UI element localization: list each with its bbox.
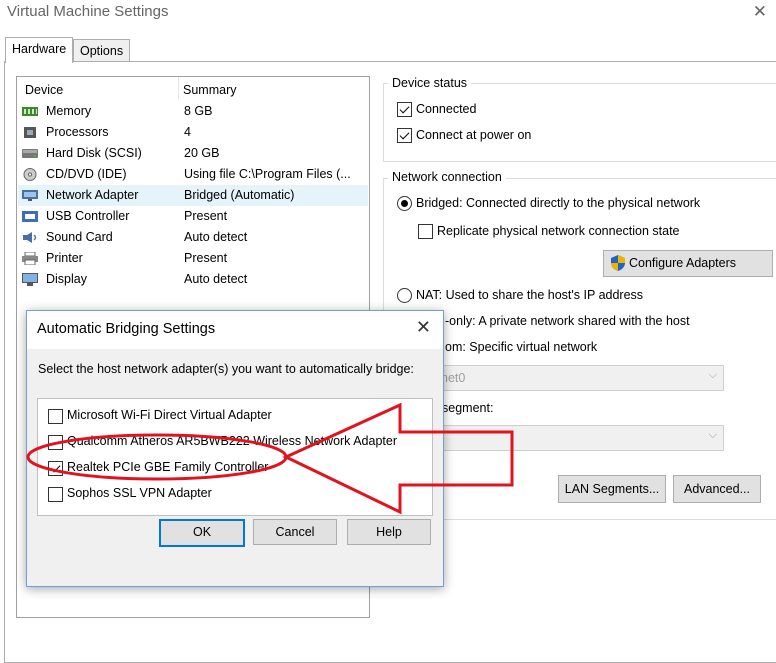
- close-icon[interactable]: ✕: [416, 317, 431, 338]
- adapter-label[interactable]: Microsoft Wi-Fi Direct Virtual Adapter: [67, 408, 272, 422]
- dialog-title: Automatic Bridging Settings: [37, 321, 216, 337]
- connected-checkbox[interactable]: [397, 102, 412, 117]
- sound-card-icon: [23, 232, 37, 243]
- window-title: Virtual Machine Settings: [7, 3, 169, 20]
- column-divider[interactable]: [178, 77, 179, 99]
- device-name: Network Adapter: [46, 188, 139, 202]
- usb-icon: [22, 211, 38, 222]
- device-summary: 8 GB: [184, 104, 213, 118]
- replicate-checkbox[interactable]: [418, 224, 433, 239]
- device-row-printer[interactable]: Printer Present: [18, 248, 368, 269]
- connect-at-power-on-label[interactable]: Connect at power on: [416, 128, 531, 142]
- device-status-label: Device status: [388, 76, 472, 90]
- automatic-bridging-dialog: Automatic Bridging Settings ✕ Select the…: [26, 310, 444, 587]
- lan-segments-button[interactable]: LAN Segments...: [558, 475, 666, 503]
- ok-button[interactable]: OK: [159, 519, 245, 547]
- cancel-button[interactable]: Cancel: [253, 519, 337, 545]
- custom-label[interactable]: om: Specific virtual network: [445, 340, 597, 354]
- device-row-display[interactable]: Display Auto detect: [18, 269, 368, 290]
- device-summary: Present: [184, 209, 228, 223]
- advanced-button[interactable]: Advanced...: [673, 475, 761, 503]
- adapter-label[interactable]: Realtek PCIe GBE Family Controller: [67, 460, 268, 474]
- chevron-down-icon: ⌵: [708, 369, 717, 381]
- bridged-label[interactable]: Bridged: Connected directly to the physi…: [416, 196, 700, 210]
- vmnet-value: net0: [441, 371, 466, 385]
- shield-icon: [611, 255, 625, 271]
- cd-dvd-icon: [23, 168, 37, 181]
- device-name: Memory: [46, 104, 92, 118]
- device-summary: Auto detect: [184, 272, 248, 286]
- device-status-group: [383, 83, 776, 162]
- nat-label[interactable]: NAT: Used to share the host's IP address: [416, 288, 643, 302]
- replicate-label[interactable]: Replicate physical network connection st…: [437, 224, 680, 238]
- device-row-memory[interactable]: Memory 8 GB: [18, 101, 368, 122]
- device-row-cd-dvd[interactable]: CD/DVD (IDE) Using file C:\Program Files…: [18, 164, 368, 185]
- device-name: USB Controller: [46, 209, 130, 223]
- tab-hardware[interactable]: Hardware: [5, 37, 74, 63]
- network-connection-label: Network connection: [388, 170, 506, 184]
- tab-options[interactable]: Options: [73, 39, 131, 62]
- device-name: Processors: [46, 125, 109, 139]
- adapter-checkbox[interactable]: [48, 461, 63, 476]
- display-icon: [22, 273, 38, 286]
- connect-at-power-on-checkbox[interactable]: [397, 128, 412, 143]
- device-name: Display: [46, 272, 87, 286]
- column-header-device[interactable]: Device: [25, 81, 63, 99]
- device-row-network-adapter[interactable]: Network Adapter Bridged (Automatic): [18, 185, 368, 206]
- device-name: Printer: [46, 251, 83, 265]
- configure-adapters-label: Configure Adapters: [629, 256, 737, 270]
- dialog-body: Select the host network adapter(s) you w…: [27, 349, 443, 586]
- device-name: Hard Disk (SCSI): [46, 146, 142, 160]
- column-header-summary[interactable]: Summary: [183, 81, 236, 99]
- adapter-label[interactable]: Qualcomm Atheros AR5BWB222 Wireless Netw…: [67, 434, 397, 448]
- device-row-sound-card[interactable]: Sound Card Auto detect: [18, 227, 368, 248]
- device-summary: Bridged (Automatic): [184, 188, 295, 202]
- lan-segment-label[interactable]: segment:: [442, 401, 493, 415]
- configure-adapters-button[interactable]: Configure Adapters: [603, 250, 773, 277]
- device-row-hard-disk[interactable]: Hard Disk (SCSI) 20 GB: [18, 143, 368, 164]
- device-summary: Present: [184, 251, 228, 265]
- device-summary: 4: [184, 125, 191, 139]
- lan-segment-dropdown: ⌵: [420, 425, 724, 451]
- adapter-list[interactable]: Microsoft Wi-Fi Direct Virtual Adapter Q…: [37, 398, 433, 516]
- memory-icon: [22, 107, 38, 116]
- help-button[interactable]: Help: [347, 519, 431, 545]
- connected-label[interactable]: Connected: [416, 102, 476, 116]
- adapter-checkbox[interactable]: [48, 409, 63, 424]
- network-adapter-icon: [22, 190, 38, 201]
- device-name: Sound Card: [46, 230, 113, 244]
- device-summary: Using file C:\Program Files (...: [184, 167, 351, 181]
- processor-icon: [24, 127, 36, 138]
- device-summary: Auto detect: [184, 230, 248, 244]
- vmnet-dropdown: net0 ⌵: [420, 365, 724, 391]
- nat-radio[interactable]: [397, 288, 412, 303]
- close-icon[interactable]: ✕: [753, 2, 767, 22]
- bridged-radio[interactable]: [397, 196, 412, 211]
- dialog-instruction: Select the host network adapter(s) you w…: [38, 362, 414, 376]
- device-summary: 20 GB: [184, 146, 220, 160]
- host-only-label[interactable]: -only: A private network shared with the…: [445, 314, 690, 328]
- adapter-checkbox[interactable]: [48, 435, 63, 450]
- adapter-checkbox[interactable]: [48, 487, 63, 502]
- device-row-processors[interactable]: Processors 4: [18, 122, 368, 143]
- device-name: CD/DVD (IDE): [46, 167, 127, 181]
- hard-disk-icon: [22, 149, 38, 158]
- adapter-label[interactable]: Sophos SSL VPN Adapter: [67, 486, 212, 500]
- printer-icon: [22, 252, 38, 265]
- chevron-down-icon: ⌵: [708, 429, 717, 441]
- device-row-usb-controller[interactable]: USB Controller Present: [18, 206, 368, 227]
